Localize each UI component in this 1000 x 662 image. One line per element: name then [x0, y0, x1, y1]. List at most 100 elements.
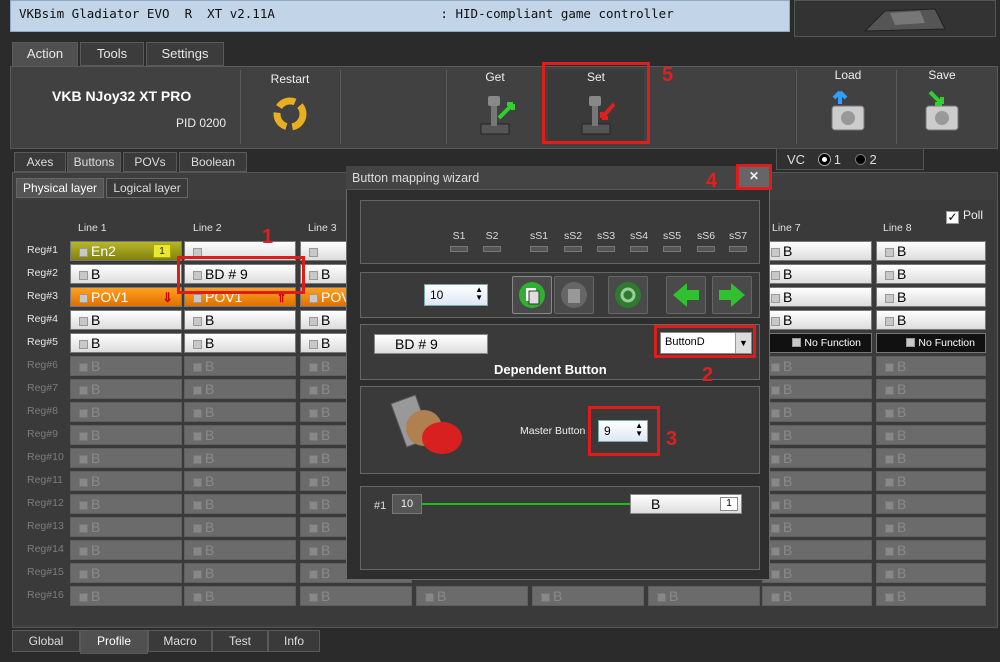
grid-cell[interactable]: B: [70, 402, 182, 422]
grid-cell[interactable]: B: [70, 425, 182, 445]
grid-cell[interactable]: B: [70, 494, 182, 514]
vc-radio-1[interactable]: [818, 154, 830, 165]
grid-cell[interactable]: B: [70, 333, 182, 353]
grid-cell[interactable]: B: [876, 448, 986, 468]
grid-cell[interactable]: B: [876, 425, 986, 445]
save-button[interactable]: Save: [904, 68, 980, 136]
grid-cell[interactable]: B: [762, 287, 872, 307]
grid-cell[interactable]: B: [762, 563, 872, 583]
grid-cell[interactable]: B: [762, 425, 872, 445]
grid-cell[interactable]: B: [876, 540, 986, 560]
tab-boolean[interactable]: Boolean: [179, 152, 247, 172]
mapping-line-target[interactable]: B 1: [630, 494, 742, 514]
grid-cell[interactable]: En2 1: [70, 241, 182, 261]
grid-cell[interactable]: B: [184, 310, 296, 330]
grid-cell[interactable]: B: [876, 379, 986, 399]
grid-cell[interactable]: B: [762, 402, 872, 422]
tab-action[interactable]: Action: [12, 42, 78, 66]
grid-cell[interactable]: B: [70, 264, 182, 284]
grid-cell[interactable]: B: [532, 586, 644, 606]
grid-cell[interactable]: No Function: [876, 333, 986, 353]
grid-cell[interactable]: B: [184, 425, 296, 445]
reset-button[interactable]: [608, 276, 648, 314]
grid-cell[interactable]: B: [184, 471, 296, 491]
vc-radio-2[interactable]: [854, 154, 866, 165]
prev-button[interactable]: [666, 276, 706, 314]
grid-cell[interactable]: B: [762, 517, 872, 537]
grid-cell[interactable]: B: [876, 517, 986, 537]
grid-cell[interactable]: B: [184, 563, 296, 583]
grid-cell[interactable]: B: [876, 287, 986, 307]
grid-cell[interactable]: B: [70, 540, 182, 560]
grid-cell[interactable]: B: [70, 356, 182, 376]
grid-cell[interactable]: B: [70, 448, 182, 468]
tab-settings[interactable]: Settings: [146, 42, 224, 66]
grid-cell[interactable]: B: [762, 356, 872, 376]
grid-cell[interactable]: B: [70, 563, 182, 583]
grid-cell[interactable]: B: [184, 586, 296, 606]
tab-buttons[interactable]: Buttons: [67, 152, 121, 172]
grid-cell[interactable]: B: [184, 448, 296, 468]
tab-povs[interactable]: POVs: [123, 152, 177, 172]
paste-button[interactable]: [554, 276, 594, 314]
tab-test[interactable]: Test: [212, 630, 268, 652]
copy-icon: [519, 282, 545, 308]
grid-cell[interactable]: B: [70, 517, 182, 537]
grid-cell[interactable]: B: [876, 402, 986, 422]
grid-cell[interactable]: B: [876, 586, 986, 606]
copy-button[interactable]: [512, 276, 552, 314]
grid-cell[interactable]: B: [876, 471, 986, 491]
grid-cell[interactable]: B: [762, 264, 872, 284]
load-button[interactable]: Load: [810, 68, 886, 136]
next-button[interactable]: [712, 276, 752, 314]
grid-cell[interactable]: B: [762, 241, 872, 261]
button-type-description: Dependent Button: [494, 362, 607, 377]
cell-label: B: [783, 404, 793, 420]
grid-cell[interactable]: B: [184, 494, 296, 514]
tab-macro[interactable]: Macro: [148, 630, 212, 652]
tab-tools[interactable]: Tools: [80, 42, 144, 66]
grid-cell[interactable]: B: [762, 586, 872, 606]
pushbutton-icon: [390, 394, 462, 454]
grid-cell[interactable]: B: [184, 356, 296, 376]
tab-profile[interactable]: Profile: [80, 630, 148, 654]
grid-cell[interactable]: B: [70, 471, 182, 491]
tab-global[interactable]: Global: [12, 630, 80, 652]
grid-cell[interactable]: B: [762, 379, 872, 399]
tab-logical-layer[interactable]: Logical layer: [106, 178, 188, 198]
grid-cell[interactable]: B: [762, 540, 872, 560]
grid-cell[interactable]: B: [70, 586, 182, 606]
grid-cell[interactable]: B: [876, 494, 986, 514]
tab-info[interactable]: Info: [268, 630, 320, 652]
cell-label: B: [783, 381, 793, 397]
grid-cell[interactable]: B: [762, 471, 872, 491]
grid-cell[interactable]: B: [876, 310, 986, 330]
grid-cell[interactable]: B: [876, 241, 986, 261]
grid-cell[interactable]: B: [70, 310, 182, 330]
grid-cell[interactable]: B: [184, 517, 296, 537]
grid-cell[interactable]: B: [300, 586, 412, 606]
grid-cell[interactable]: POV1 ⇓: [70, 287, 182, 307]
tab-axes[interactable]: Axes: [14, 152, 66, 172]
grid-cell[interactable]: B: [416, 586, 528, 606]
grid-cell[interactable]: B: [184, 333, 296, 353]
grid-cell[interactable]: B: [648, 586, 760, 606]
cell-checkbox-icon: [79, 386, 88, 395]
grid-cell[interactable]: B: [876, 356, 986, 376]
tab-physical-layer[interactable]: Physical layer: [16, 178, 104, 198]
grid-cell[interactable]: B: [70, 379, 182, 399]
grid-cell[interactable]: B: [184, 540, 296, 560]
grid-cell[interactable]: No Function: [762, 333, 872, 353]
grid-cell[interactable]: B: [876, 264, 986, 284]
grid-cell[interactable]: B: [762, 448, 872, 468]
grid-cell[interactable]: B: [184, 379, 296, 399]
grid-cell[interactable]: B: [762, 494, 872, 514]
reg-label: Reg#14: [27, 543, 64, 555]
restart-button[interactable]: Restart: [250, 72, 330, 134]
button-number-spinner[interactable]: 10 ▲ ▼: [424, 284, 488, 306]
poll-checkbox[interactable]: ✓ Poll: [946, 208, 983, 224]
grid-cell[interactable]: B: [184, 402, 296, 422]
get-button[interactable]: Get: [458, 70, 532, 138]
grid-cell[interactable]: B: [762, 310, 872, 330]
grid-cell[interactable]: B: [876, 563, 986, 583]
